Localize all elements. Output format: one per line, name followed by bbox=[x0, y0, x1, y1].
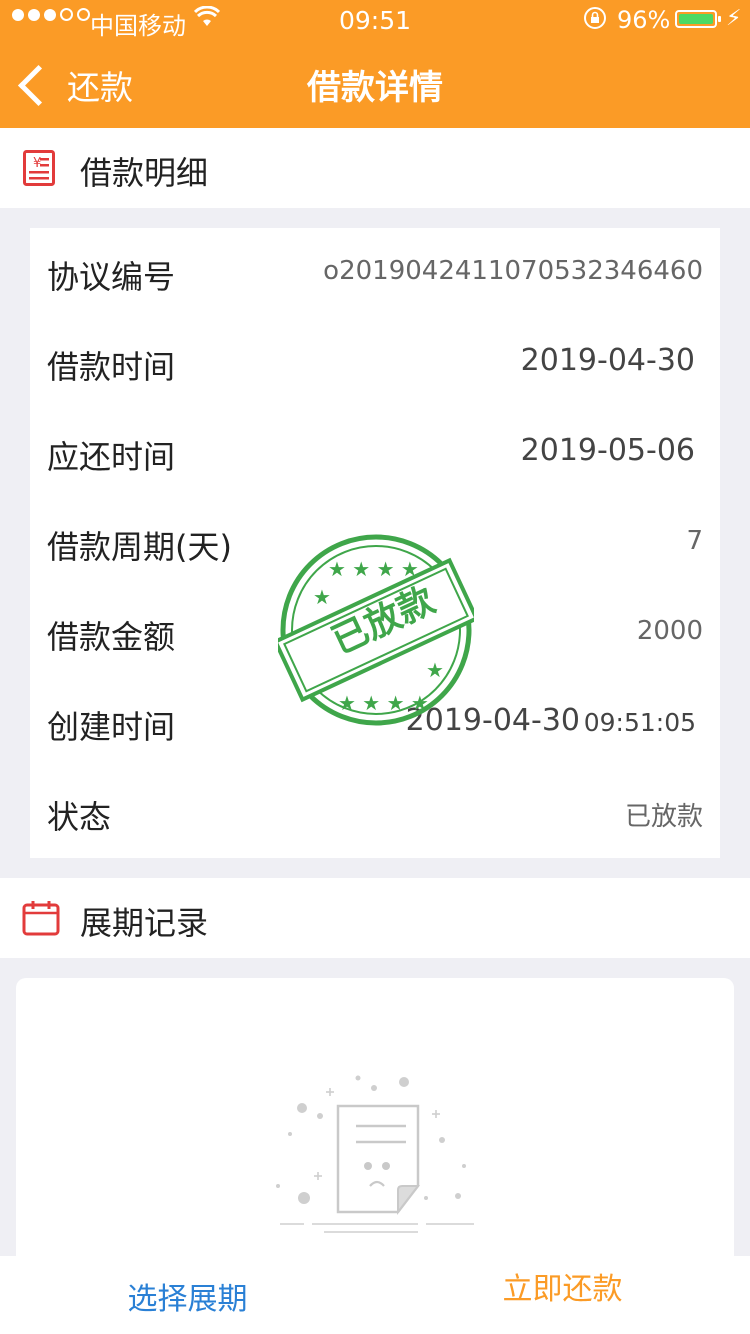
loan-detail-card: 协议编号 o20190424110705323464​60 借款时间 2019-… bbox=[30, 228, 720, 858]
loan-period-row: 借款周期(天) 7 bbox=[30, 498, 720, 588]
loan-amount-value: 2000 bbox=[636, 616, 703, 646]
battery-icon bbox=[675, 10, 721, 28]
due-date-value: 2019-05-06 bbox=[520, 433, 695, 468]
loan-date-value: 2019-04-30 bbox=[520, 343, 695, 378]
status-value: 已放款 bbox=[624, 802, 703, 832]
agreement-number-value: o20190424110705323464​60 bbox=[323, 256, 703, 286]
empty-state-icon bbox=[276, 1075, 474, 1233]
loan-period-value: 7 bbox=[686, 526, 703, 556]
loan-detail-header: ¥ 借款明细 bbox=[0, 128, 750, 208]
status-bar: 中国移动 09:51 96% ⚡ bbox=[0, 0, 750, 40]
section-title: 展期记录 bbox=[80, 904, 209, 942]
row-label: 借款金额 bbox=[47, 618, 176, 656]
battery-percent: 96% bbox=[617, 6, 671, 34]
section-title: 借款明细 bbox=[80, 154, 209, 192]
created-time-value: 09:51:05 bbox=[583, 708, 696, 737]
charging-icon: ⚡ bbox=[726, 6, 742, 31]
created-time-row: 创建时间 2019-04-30 09:51:05 bbox=[30, 678, 720, 768]
status-row: 状态 已放款 bbox=[30, 768, 720, 858]
row-label: 协议编号 bbox=[47, 258, 176, 296]
due-date-row: 应还时间 2019-05-06 bbox=[30, 408, 720, 498]
row-label: 状态 bbox=[47, 798, 112, 836]
row-label: 创建时间 bbox=[47, 708, 176, 746]
row-label: 借款周期(天) bbox=[47, 528, 232, 566]
page-title: 借款详情 bbox=[307, 68, 443, 108]
choose-extension-button[interactable]: 选择展期 bbox=[0, 1274, 375, 1318]
header-bar: 中国移动 09:51 96% ⚡ 还款 借款详情 bbox=[0, 0, 750, 128]
row-label: 借款时间 bbox=[47, 348, 176, 386]
calendar-icon bbox=[22, 901, 60, 936]
created-date-value: 2019-04-30 bbox=[405, 703, 580, 738]
bottom-action-bar: 选择展期 立即还款 bbox=[0, 1256, 750, 1334]
agreement-number-row: 协议编号 o20190424110705323464​60 bbox=[30, 228, 720, 318]
orientation-lock-icon bbox=[583, 6, 607, 36]
repay-now-button[interactable]: 立即还款 bbox=[375, 1264, 750, 1308]
receipt-icon: ¥ bbox=[23, 150, 55, 186]
row-label: 应还时间 bbox=[47, 438, 176, 476]
loan-date-row: 借款时间 2019-04-30 bbox=[30, 318, 720, 408]
extension-header: 展期记录 bbox=[0, 878, 750, 958]
